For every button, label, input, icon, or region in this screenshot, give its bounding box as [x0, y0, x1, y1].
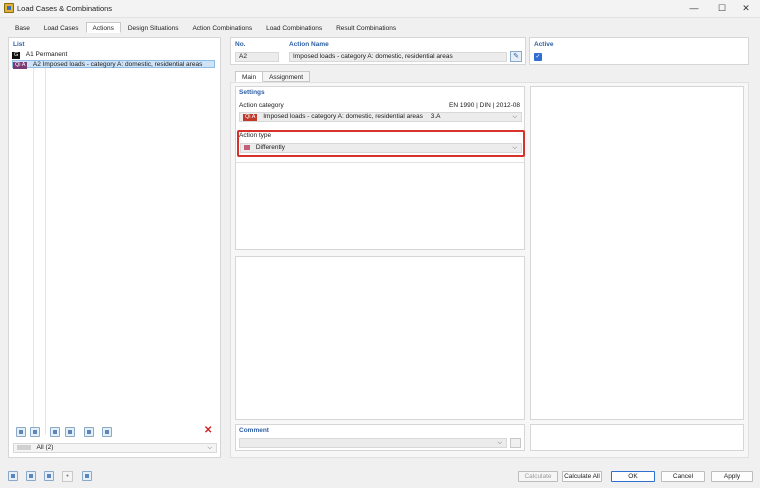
- action-category-combo[interactable]: Qi A Imposed loads - category A: domesti…: [239, 112, 522, 122]
- calculate-button[interactable]: Calculate: [518, 471, 558, 482]
- display-icon[interactable]: [44, 471, 54, 481]
- action-badge: G: [12, 51, 21, 59]
- apply-button[interactable]: Apply: [711, 471, 753, 482]
- divider: [236, 162, 524, 163]
- chevron-down-icon: ⌵: [497, 440, 502, 446]
- app-icon: [4, 3, 14, 13]
- renumber-icon[interactable]: [84, 427, 94, 437]
- info-icon[interactable]: •: [62, 471, 73, 482]
- comment-edit-icon[interactable]: [510, 438, 521, 448]
- list-item-id: A1: [25, 51, 34, 58]
- title-bar: Load Cases & Combinations — ☐ ✕: [0, 0, 760, 18]
- action-name-field[interactable]: Imposed loads - category A: domestic, re…: [289, 52, 507, 62]
- copy-action-icon[interactable]: [30, 427, 40, 437]
- main-tabs: Base Load Cases Actions Design Situation…: [8, 22, 403, 33]
- category-text: Imposed loads - category A: domestic, re…: [263, 113, 423, 120]
- active-panel: Active ✓: [529, 37, 749, 65]
- no-label: No.: [235, 41, 246, 48]
- list-item-name: Imposed loads - category A: domestic, re…: [42, 61, 203, 68]
- tree-line: [33, 64, 34, 434]
- action-type-value: Differently: [255, 144, 285, 151]
- chevron-down-icon: ⌵: [207, 445, 212, 451]
- comment-field[interactable]: ⌵: [239, 438, 507, 448]
- settings-panel: Settings Action category EN 1990 | DIN |…: [235, 86, 525, 250]
- tab-main[interactable]: Main: [235, 71, 264, 82]
- comment-label: Comment: [239, 427, 269, 434]
- action-type-combo[interactable]: Differently ⌵: [240, 143, 522, 153]
- filter-combo[interactable]: All (2) ⌵: [13, 443, 217, 453]
- list-item[interactable]: Qi A A2 Imposed loads - category A: dome…: [12, 60, 215, 69]
- uncheck-all-icon[interactable]: [65, 427, 75, 437]
- sort-icon[interactable]: [102, 427, 112, 437]
- filter-value: All (2): [36, 444, 54, 451]
- list-panel: List G A1 Permanent Qi A A2 Imposed load…: [8, 37, 221, 458]
- category-badge: Qi A: [243, 113, 258, 121]
- cancel-button[interactable]: Cancel: [661, 471, 705, 482]
- action-name-label: Action Name: [289, 41, 329, 48]
- tab-assignment[interactable]: Assignment: [263, 71, 311, 82]
- calculate-all-button[interactable]: Calculate All: [562, 471, 602, 482]
- chevron-down-icon: ⌵: [512, 145, 517, 151]
- sub-tabs: Main Assignment: [235, 71, 311, 82]
- edit-name-icon[interactable]: ✎: [510, 51, 522, 62]
- no-field[interactable]: A2: [235, 52, 279, 62]
- action-category-label: Action category: [239, 102, 284, 109]
- list-item-id: A2: [32, 61, 41, 68]
- tab-load-cases[interactable]: Load Cases: [37, 22, 86, 33]
- delete-icon[interactable]: ✕: [204, 425, 212, 436]
- active-label: Active: [534, 41, 554, 48]
- side-panel: [530, 86, 744, 420]
- close-button[interactable]: ✕: [734, 0, 758, 18]
- action-type-label: Action type: [239, 132, 272, 139]
- header-panel: No. A2 Action Name Imposed loads - categ…: [230, 37, 526, 65]
- tab-base[interactable]: Base: [8, 22, 37, 33]
- tab-result-combinations[interactable]: Result Combinations: [329, 22, 403, 33]
- settings-title: Settings: [239, 89, 265, 96]
- search-icon[interactable]: [8, 471, 18, 481]
- new-action-icon[interactable]: [16, 427, 26, 437]
- chevron-down-icon: ⌵: [512, 114, 517, 120]
- tab-action-combinations[interactable]: Action Combinations: [185, 22, 259, 33]
- list-label: List: [13, 41, 25, 48]
- tab-actions[interactable]: Actions: [85, 22, 121, 33]
- tab-load-combinations[interactable]: Load Combinations: [259, 22, 329, 33]
- filter-swatch: [17, 444, 31, 450]
- minimize-button[interactable]: —: [682, 0, 706, 18]
- details-panel: [235, 256, 525, 420]
- check-all-icon[interactable]: [50, 427, 60, 437]
- maximize-button[interactable]: ☐: [710, 0, 734, 18]
- category-code: 3.A: [430, 113, 441, 120]
- comment-side-panel: [530, 424, 744, 451]
- comment-panel: Comment ⌵: [235, 424, 525, 451]
- active-checkbox[interactable]: ✓: [534, 53, 542, 61]
- window-title: Load Cases & Combinations: [17, 4, 113, 13]
- list-item-name: Permanent: [35, 51, 68, 58]
- tab-design-situations[interactable]: Design Situations: [121, 22, 186, 33]
- action-type-swatch: [244, 144, 250, 150]
- standard-label: EN 1990 | DIN | 2012-08: [449, 102, 520, 109]
- action-badge: Qi A: [13, 61, 28, 69]
- ok-button[interactable]: OK: [611, 471, 655, 482]
- tree-line: [45, 64, 46, 434]
- units-icon[interactable]: [26, 471, 36, 481]
- list-item[interactable]: G A1 Permanent: [12, 51, 215, 59]
- script-icon[interactable]: [82, 471, 92, 481]
